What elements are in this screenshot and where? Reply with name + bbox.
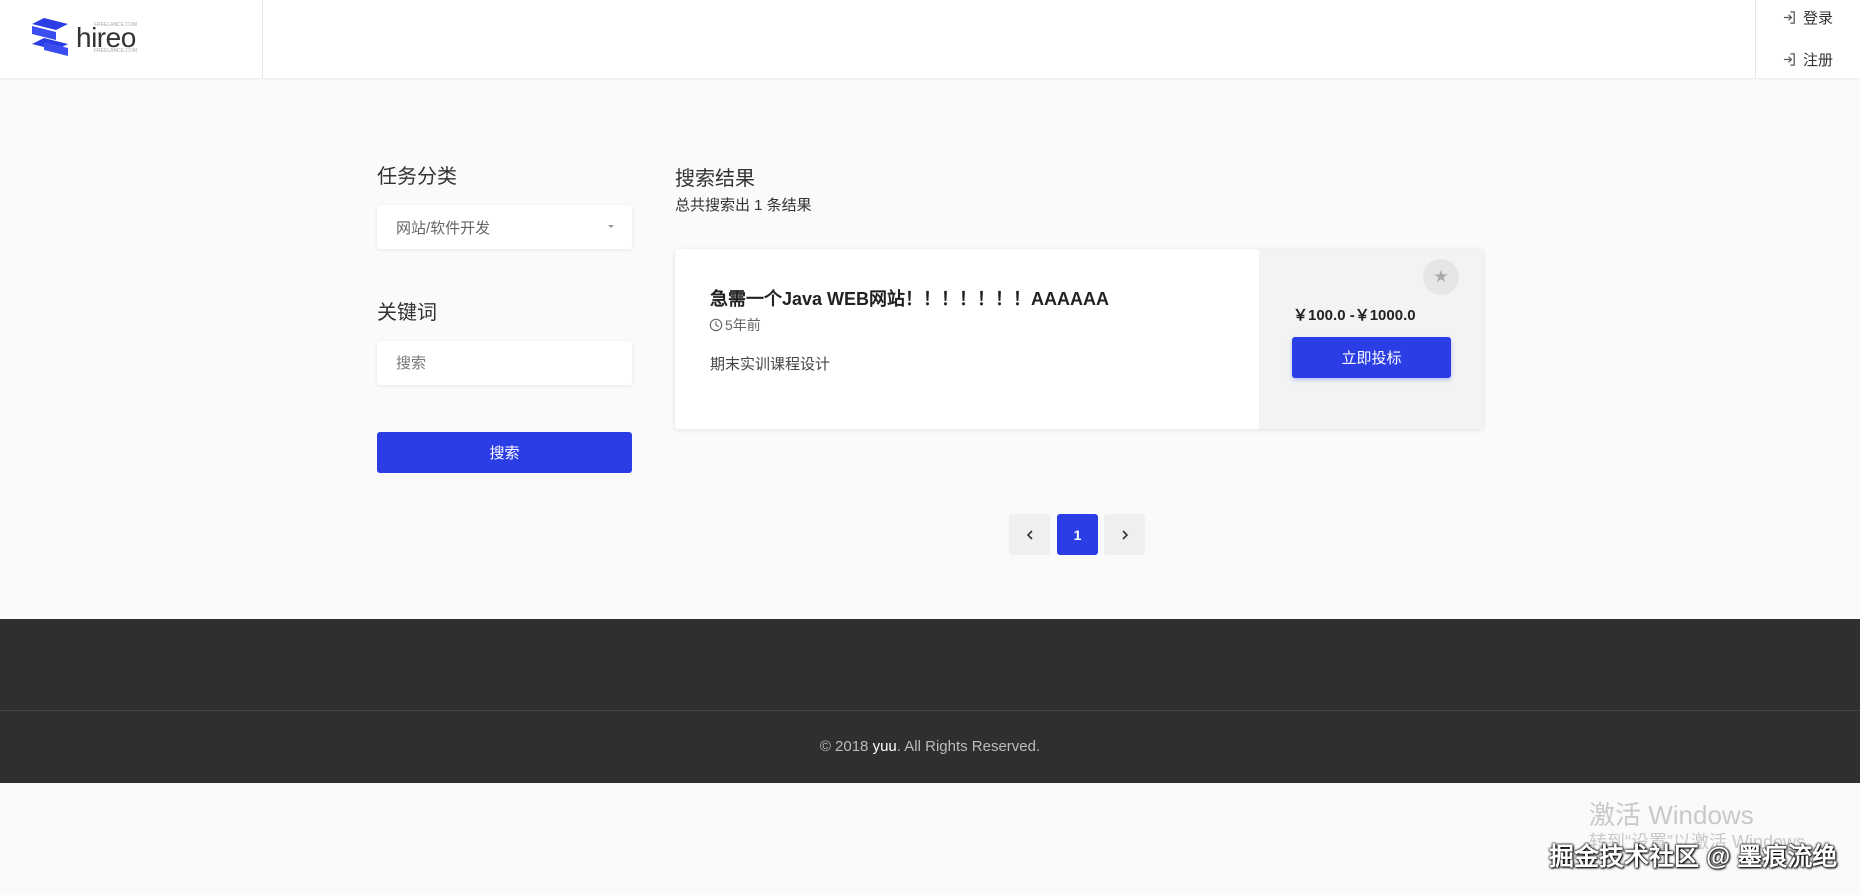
windows-activation-title: 激活 Windows [1589, 800, 1754, 830]
results-title: 搜索结果 [675, 168, 755, 190]
caret-down-icon [608, 225, 614, 228]
category-select-value: 网站/软件开发 [396, 219, 491, 237]
hireo-logo-icon [32, 18, 68, 56]
category-title: 任务分类 [377, 166, 457, 188]
task-description: 期末实训课程设计 [710, 356, 831, 373]
keyword-input[interactable] [396, 354, 616, 372]
login-icon [1783, 11, 1795, 24]
task-time: 5年前 [709, 315, 761, 335]
auth-links: 登录 注册 [1755, 0, 1860, 78]
category-select[interactable]: 网站/软件开发 [377, 205, 632, 249]
pagination-page-1[interactable]: 1 [1057, 514, 1098, 555]
copyright: © 2018 yuu. All Rights Reserved. [0, 738, 1860, 755]
register-label: 注册 [1803, 52, 1834, 69]
pagination-prev[interactable] [1009, 514, 1050, 555]
pagination-next[interactable] [1104, 514, 1145, 555]
chevron-left-icon [1026, 529, 1033, 540]
task-price: ￥100.0 -￥1000.0 [1293, 307, 1416, 324]
clock-icon [709, 318, 723, 332]
copyright-name[interactable]: yuu [873, 738, 897, 755]
keyword-field [377, 341, 632, 385]
chevron-right-icon [1121, 529, 1128, 540]
task-time-text: 5年前 [725, 317, 761, 333]
logo-area[interactable]: FREELANCE.COM hireo FREELANCE.COM [0, 0, 263, 78]
register-link[interactable]: 注册 [1782, 49, 1833, 70]
login-label: 登录 [1803, 10, 1834, 27]
watermark: 掘金技术社区 @ 墨痕流绝 [1549, 843, 1838, 871]
footer: © 2018 yuu. All Rights Reserved. [0, 619, 1860, 783]
footer-divider [0, 710, 1860, 711]
keyword-title: 关键词 [377, 302, 437, 324]
task-card-sidebar: ★ ￥100.0 -￥1000.0 立即投标 [1259, 249, 1483, 429]
search-button[interactable]: 搜索 [377, 432, 632, 473]
top-header: FREELANCE.COM hireo FREELANCE.COM 登录 注册 [0, 0, 1860, 78]
task-card[interactable]: 急需一个Java WEB网站！！！！！！！AAAAAA 5年前 期末实训课程设计… [675, 249, 1483, 429]
copyright-prefix: © 2018 [819, 738, 873, 755]
bookmark-star-icon[interactable]: ★ [1423, 259, 1459, 295]
register-icon [1783, 53, 1795, 66]
task-title[interactable]: 急需一个Java WEB网站！！！！！！！AAAAAA [710, 285, 1109, 311]
logo-tagline-bottom: FREELANCE.COM [94, 48, 138, 54]
copyright-suffix: . All Rights Reserved. [896, 738, 1041, 755]
bid-button[interactable]: 立即投标 [1292, 337, 1451, 378]
login-link[interactable]: 登录 [1782, 7, 1833, 28]
results-count: 总共搜索出 1 条结果 [675, 197, 812, 214]
